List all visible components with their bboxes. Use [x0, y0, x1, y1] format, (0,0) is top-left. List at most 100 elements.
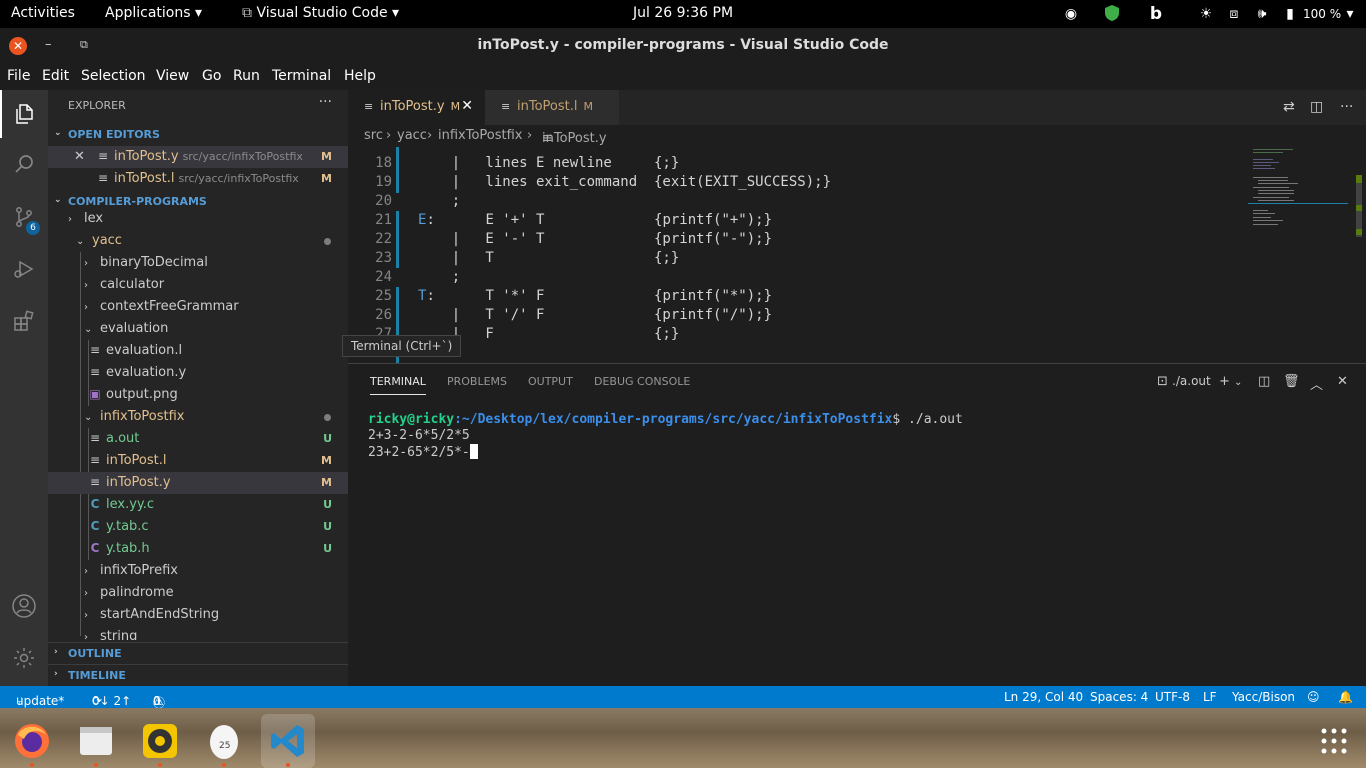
outline-section[interactable]: › OUTLINE	[48, 642, 348, 664]
search-icon[interactable]	[0, 140, 48, 188]
menu-go[interactable]: Go	[202, 68, 221, 84]
tab-inToPost-y[interactable]: ≡ inToPost.y M ✕	[348, 90, 485, 125]
cursor-position[interactable]: Ln 29, Col 40	[1004, 690, 1083, 704]
firefox-icon[interactable]	[5, 714, 59, 768]
tree-folder-palindrome[interactable]: › palindrome	[48, 582, 348, 604]
manage-gear-icon[interactable]	[0, 634, 48, 682]
tab-inToPost-l[interactable]: ≡ inToPost.l M	[485, 90, 619, 125]
menu-help[interactable]: Help	[344, 68, 376, 84]
tree-folder-yacc[interactable]: ⌄ yacc	[48, 230, 348, 252]
extensions-icon[interactable]	[0, 297, 48, 345]
tree-file-lex-yy-c[interactable]: Clex.yy.c U	[48, 494, 348, 516]
tree-folder-string[interactable]: › string	[48, 626, 348, 640]
editor-tabs: ≡ inToPost.y M ✕ ≡ inToPost.l M ⇄ ◫ ···	[348, 90, 1366, 125]
tree-file-y-tab-h[interactable]: Cy.tab.h U	[48, 538, 348, 560]
battery-level[interactable]: 100 %	[1303, 7, 1341, 21]
run-debug-icon[interactable]	[0, 245, 48, 293]
network-icon[interactable]: ⧈	[1224, 4, 1244, 24]
rhythmbox-icon[interactable]	[133, 714, 187, 768]
split-editor-icon[interactable]: ◫	[1310, 99, 1323, 115]
clock[interactable]: Jul 26 9:36 PM	[633, 5, 733, 21]
tree-folder-infixToPostfix[interactable]: ⌄ infixToPostfix	[48, 406, 348, 428]
breadcrumb-infixToPostfix[interactable]: infixToPostfix	[438, 128, 523, 143]
tree-folder-lex[interactable]: › lex	[48, 208, 348, 230]
outline-label: OUTLINE	[68, 647, 122, 660]
tree-folder-infixToPrefix[interactable]: › infixToPrefix	[48, 560, 348, 582]
terminal-output[interactable]: ricky@ricky:~/Desktop/lex/compiler-progr…	[368, 412, 963, 461]
brightness-icon[interactable]: ☀	[1196, 4, 1216, 24]
tab-output[interactable]: OUTPUT	[528, 375, 573, 388]
more-actions-icon[interactable]: ···	[319, 94, 332, 110]
tree-file-evaluation-y[interactable]: ≡ evaluation.y	[48, 362, 348, 384]
trash-icon[interactable]: 🗑	[1283, 374, 1300, 389]
new-terminal-icon[interactable]: +	[1219, 374, 1230, 389]
tab-debug-console[interactable]: DEBUG CONSOLE	[594, 375, 690, 388]
terminal-selector[interactable]: ⊡ ./a.out	[1157, 374, 1211, 389]
bing-icon[interactable]: b	[1146, 4, 1166, 24]
open-changes-icon[interactable]: ⇄	[1283, 99, 1295, 115]
chevron-right-icon: ›	[84, 280, 88, 291]
tab-problems[interactable]: PROBLEMS	[447, 375, 507, 388]
notifications-bell-icon[interactable]: 🔔	[1338, 690, 1353, 704]
lines-file-icon: ≡	[501, 100, 511, 113]
more-actions-icon[interactable]: ···	[1340, 99, 1353, 115]
chevron-down-icon[interactable]: ⌄	[1234, 377, 1242, 388]
menu-view[interactable]: View	[156, 68, 189, 84]
applications-menu[interactable]: Applications ▾	[105, 5, 202, 21]
shield-icon[interactable]	[1102, 4, 1122, 24]
code-editor[interactable]: 18 | lines E newline {;} 19 | lines exit…	[348, 147, 1366, 363]
discord-icon[interactable]: ◉	[1061, 4, 1081, 24]
maximize-panel-icon[interactable]: ︿	[1310, 374, 1323, 393]
files-icon[interactable]	[69, 714, 123, 768]
tree-file-inToPost-l[interactable]: ≡ inToPost.l M	[48, 450, 348, 472]
breadcrumb-src[interactable]: src	[364, 128, 383, 143]
tree-folder-calculator[interactable]: › calculator	[48, 274, 348, 296]
tree-file-y-tab-c[interactable]: Cy.tab.c U	[48, 516, 348, 538]
open-editor-inToPost-l[interactable]: ≡ inToPost.l src/yacc/infixToPostfix M	[48, 168, 348, 190]
egg-app-icon[interactable]: 25	[197, 714, 251, 768]
tree-file-a-out[interactable]: ≡ a.out U	[48, 428, 348, 450]
close-editor-icon[interactable]: ✕	[74, 149, 85, 164]
split-terminal-icon[interactable]: ◫	[1258, 374, 1270, 389]
explorer-icon[interactable]	[0, 90, 48, 138]
tree-folder-startAndEndString[interactable]: › startAndEndString	[48, 604, 348, 626]
tree-file-evaluation-l[interactable]: ≡ evaluation.l	[48, 340, 348, 362]
close-panel-icon[interactable]: ✕	[1337, 374, 1348, 389]
volume-icon[interactable]: 🕪	[1252, 4, 1272, 24]
battery-icon[interactable]: ▮	[1280, 4, 1300, 24]
minimap[interactable]	[1248, 147, 1348, 363]
folder-label: evaluation	[100, 321, 169, 336]
menu-run[interactable]: Run	[233, 68, 260, 84]
source-control-icon[interactable]: 6	[0, 193, 48, 241]
menu-file[interactable]: File	[7, 68, 30, 84]
vscode-dock-icon[interactable]	[261, 714, 315, 768]
breadcrumb-yacc[interactable]: yacc	[397, 128, 427, 143]
menu-selection[interactable]: Selection	[81, 68, 146, 84]
open-editor-inToPost-y[interactable]: ✕ ≡ inToPost.y src/yacc/infixToPostfix M	[48, 146, 348, 168]
tree-folder-binaryToDecimal[interactable]: › binaryToDecimal	[48, 252, 348, 274]
encoding[interactable]: UTF-8	[1155, 690, 1190, 704]
tree-folder-evaluation[interactable]: ⌄ evaluation	[48, 318, 348, 340]
tab-terminal[interactable]: TERMINAL	[370, 375, 426, 395]
indentation[interactable]: Spaces: 4	[1090, 690, 1148, 704]
close-tab-icon[interactable]: ✕	[461, 98, 473, 114]
code-text: : T '*' F {printf("*");}	[426, 288, 773, 304]
tree-file-inToPost-y[interactable]: ≡ inToPost.y M	[48, 472, 348, 494]
app-menu[interactable]: ⧉ Visual Studio Code ▾	[242, 5, 399, 21]
untracked-badge: U	[323, 498, 332, 511]
menu-edit[interactable]: Edit	[42, 68, 69, 84]
open-editors-section[interactable]: ⌄ OPEN EDITORS	[48, 124, 348, 146]
explorer-title: EXPLORER	[68, 99, 126, 112]
power-menu-icon[interactable]: ▾	[1340, 4, 1360, 24]
tree-file-output-png[interactable]: ▣ output.png	[48, 384, 348, 406]
editor-scrollbar[interactable]	[1352, 147, 1366, 363]
accounts-icon[interactable]	[0, 582, 48, 630]
show-applications-grid-icon[interactable]	[1307, 714, 1361, 768]
timeline-section[interactable]: › TIMELINE	[48, 664, 348, 686]
end-of-line[interactable]: LF	[1203, 690, 1217, 704]
activities-button[interactable]: Activities	[11, 5, 75, 21]
feedback-icon[interactable]: ☺	[1307, 690, 1320, 704]
menu-terminal[interactable]: Terminal	[272, 68, 331, 84]
language-mode[interactable]: Yacc/Bison	[1232, 690, 1295, 704]
tree-folder-contextFreeGrammar[interactable]: › contextFreeGrammar	[48, 296, 348, 318]
